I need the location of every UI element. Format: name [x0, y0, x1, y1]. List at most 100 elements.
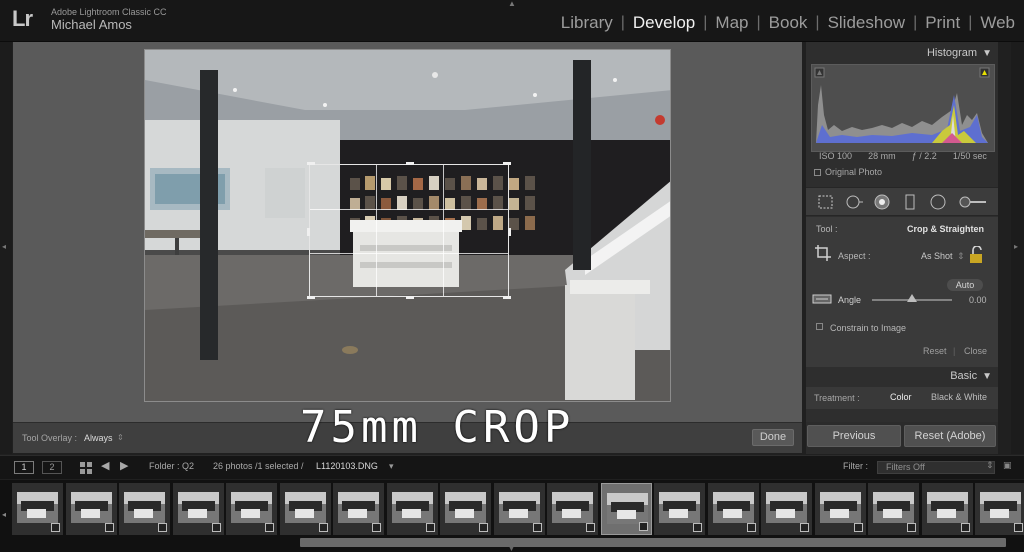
- filmstrip-thumbnail[interactable]: [173, 483, 224, 535]
- module-book[interactable]: Book: [769, 13, 808, 33]
- filmstrip-thumbnail[interactable]: [66, 483, 117, 535]
- module-print[interactable]: Print: [925, 13, 960, 33]
- red-eye-icon[interactable]: [872, 192, 892, 212]
- module-library[interactable]: Library: [561, 13, 613, 33]
- edited-badge-icon[interactable]: [105, 523, 114, 532]
- arrow-left-icon[interactable]: ◀: [101, 459, 109, 472]
- filmstrip-thumbnail[interactable]: [494, 483, 545, 535]
- treatment-bw-option[interactable]: Black & White: [931, 392, 987, 402]
- filmstrip-thumbnail[interactable]: [119, 483, 170, 535]
- expand-left-panel-icon[interactable]: ◂: [2, 242, 6, 251]
- tool-overlay-select[interactable]: Always: [84, 433, 113, 443]
- selected-filename[interactable]: L1120103.DNG: [316, 461, 378, 471]
- crop-handle[interactable]: [406, 162, 414, 165]
- crop-tool-icon[interactable]: [816, 192, 836, 212]
- done-button[interactable]: Done: [752, 429, 794, 446]
- collapse-triangle-icon[interactable]: ▼: [982, 48, 992, 59]
- histogram[interactable]: [811, 64, 995, 152]
- select-caret-icon[interactable]: ⇕: [957, 251, 965, 262]
- edited-badge-icon[interactable]: [854, 523, 863, 532]
- crop-handle[interactable]: [503, 296, 511, 299]
- angle-value[interactable]: 0.00: [969, 295, 987, 305]
- image-viewer[interactable]: [13, 42, 802, 422]
- constrain-checkbox[interactable]: [816, 323, 823, 330]
- aspect-select[interactable]: As Shot: [921, 251, 953, 261]
- edited-badge-icon[interactable]: [158, 523, 167, 532]
- edited-badge-icon[interactable]: [639, 522, 648, 531]
- edited-badge-icon[interactable]: [212, 523, 221, 532]
- treatment-color-option[interactable]: Color: [890, 392, 912, 402]
- lock-icon[interactable]: [967, 246, 985, 264]
- filter-lock-icon[interactable]: ▣: [1003, 460, 1012, 471]
- filmstrip-thumbnail[interactable]: [815, 483, 866, 535]
- edited-badge-icon[interactable]: [265, 523, 274, 532]
- collapse-top-panel-icon[interactable]: ▲: [508, 0, 516, 8]
- collapse-filmstrip-icon[interactable]: ▼: [508, 546, 515, 552]
- grid-view-icon[interactable]: [80, 462, 92, 474]
- left-panel-edge[interactable]: ◂: [0, 42, 12, 454]
- arrow-right-icon[interactable]: ▶: [120, 459, 128, 472]
- module-slideshow[interactable]: Slideshow: [828, 13, 906, 33]
- filmstrip-thumbnail[interactable]: [547, 483, 598, 535]
- crop-handle[interactable]: [503, 162, 511, 165]
- radial-filter-icon[interactable]: [928, 192, 948, 212]
- filmstrip-thumbnail[interactable]: [975, 483, 1024, 535]
- secondary-window-button[interactable]: 2: [42, 461, 62, 474]
- filmstrip-thumbnail[interactable]: [868, 483, 919, 535]
- module-develop[interactable]: Develop: [633, 13, 695, 33]
- filmstrip-thumbnail[interactable]: [280, 483, 331, 535]
- select-caret-icon[interactable]: ⇕: [986, 460, 994, 471]
- checkbox-icon[interactable]: [814, 169, 821, 177]
- filmstrip-scrollbar[interactable]: [300, 538, 1006, 547]
- crop-overlay[interactable]: [307, 162, 511, 299]
- original-photo-toggle[interactable]: Original Photo: [814, 167, 882, 177]
- filmstrip-thumbnail[interactable]: [601, 483, 652, 535]
- edited-badge-icon[interactable]: [1014, 523, 1023, 532]
- crop-frame-icon[interactable]: [814, 244, 832, 262]
- crop-reset-button[interactable]: Reset: [923, 346, 947, 356]
- module-map[interactable]: Map: [715, 13, 748, 33]
- crop-handle[interactable]: [406, 296, 414, 299]
- edited-badge-icon[interactable]: [747, 523, 756, 532]
- edited-badge-icon[interactable]: [372, 523, 381, 532]
- edited-badge-icon[interactable]: [693, 523, 702, 532]
- crop-handle[interactable]: [508, 228, 511, 236]
- main-window-button[interactable]: 1: [14, 461, 34, 474]
- edited-badge-icon[interactable]: [319, 523, 328, 532]
- filmstrip-thumbnail[interactable]: [226, 483, 277, 535]
- edited-badge-icon[interactable]: [426, 523, 435, 532]
- filmstrip-thumbnail[interactable]: [440, 483, 491, 535]
- crop-handle[interactable]: [307, 162, 315, 165]
- edited-badge-icon[interactable]: [586, 523, 595, 532]
- collapse-right-panel-icon[interactable]: ▸: [1014, 242, 1018, 251]
- edited-badge-icon[interactable]: [479, 523, 488, 532]
- expand-filmstrip-left-icon[interactable]: ◂: [2, 510, 6, 519]
- select-caret-icon[interactable]: ⇕: [117, 433, 124, 442]
- crop-handle[interactable]: [307, 228, 310, 236]
- edited-badge-icon[interactable]: [907, 523, 916, 532]
- collapse-triangle-icon[interactable]: ▼: [982, 371, 992, 382]
- edited-badge-icon[interactable]: [800, 523, 809, 532]
- module-web[interactable]: Web: [980, 13, 1015, 33]
- straighten-level-icon[interactable]: [812, 291, 832, 307]
- filename-dropdown-icon[interactable]: ▾: [389, 461, 394, 472]
- photo-preview[interactable]: [144, 49, 671, 402]
- filmstrip-thumbnail[interactable]: [708, 483, 759, 535]
- filmstrip-thumbnail[interactable]: [333, 483, 384, 535]
- angle-slider-thumb[interactable]: [907, 294, 917, 302]
- previous-button[interactable]: Previous: [807, 425, 901, 447]
- basic-header[interactable]: Basic ▼: [806, 366, 998, 386]
- right-panel-edge[interactable]: ▸: [1011, 42, 1024, 454]
- filmstrip-thumbnail[interactable]: [654, 483, 705, 535]
- edited-badge-icon[interactable]: [533, 523, 542, 532]
- filmstrip-thumbnail[interactable]: [922, 483, 973, 535]
- reset-adobe-button[interactable]: Reset (Adobe): [904, 425, 996, 447]
- filmstrip-thumbnail[interactable]: [12, 483, 63, 535]
- spot-removal-icon[interactable]: [844, 192, 864, 212]
- edited-badge-icon[interactable]: [51, 523, 60, 532]
- auto-straighten-button[interactable]: Auto: [947, 279, 983, 291]
- histogram-header[interactable]: Histogram ▼: [806, 43, 998, 63]
- edited-badge-icon[interactable]: [961, 523, 970, 532]
- crop-close-button[interactable]: Close: [964, 346, 987, 356]
- filmstrip-thumbnail[interactable]: [387, 483, 438, 535]
